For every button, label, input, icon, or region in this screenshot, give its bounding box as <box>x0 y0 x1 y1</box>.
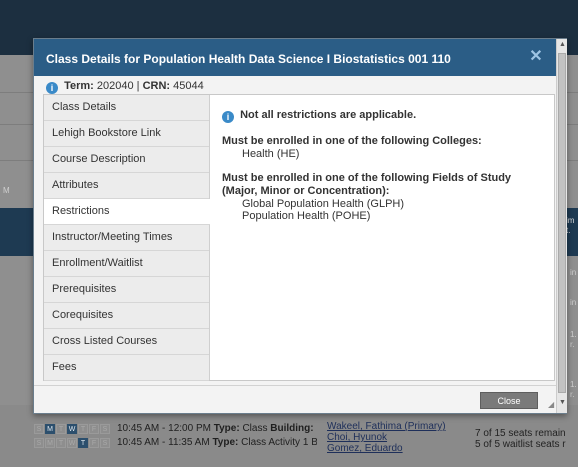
restriction-value: Population Health (POHE) <box>242 210 371 222</box>
cell-fragment: in <box>570 298 577 307</box>
nav-restrictions[interactable]: Restrictions <box>44 199 210 225</box>
day-monday: M <box>45 424 55 434</box>
day-monday: M <box>45 438 55 448</box>
table-header-fragment: im t. <box>566 216 575 235</box>
close-button[interactable]: Close <box>480 392 538 409</box>
nav-instructor-meeting-times[interactable]: Instructor/Meeting Times <box>44 225 209 251</box>
resize-grip-icon[interactable]: ◢ <box>548 401 556 409</box>
nav-enrollment-waitlist[interactable]: Enrollment/Waitlist <box>44 251 209 277</box>
dialog-footer-divider <box>34 385 556 386</box>
dialog-scrollbar[interactable]: ▲ ▼ <box>556 39 567 413</box>
cell-fragment: r. <box>570 340 575 349</box>
restrictions-panel: i Not all restrictions are applicable. M… <box>222 107 548 234</box>
meeting-time-row: 10:45 AM - 11:35 AM Type: Class Activity… <box>117 437 317 448</box>
nav-fees[interactable]: Fees <box>44 355 209 381</box>
scroll-down-icon[interactable]: ▼ <box>559 399 566 406</box>
info-icon: i <box>222 111 234 123</box>
instructor-link[interactable]: Choi, Hyunok <box>327 432 446 443</box>
dialog-title: Class Details for Population Health Data… <box>46 52 451 66</box>
cell-fragment: r. <box>570 390 575 399</box>
day-thursday: T <box>78 438 88 448</box>
day-tuesday: T <box>56 438 66 448</box>
nav-corequisites[interactable]: Corequisites <box>44 303 209 329</box>
nav-bookstore-link[interactable]: Lehigh Bookstore Link <box>44 121 209 147</box>
scroll-up-icon[interactable]: ▲ <box>559 41 566 48</box>
details-nav: Class Details Lehigh Bookstore Link Cour… <box>44 95 210 381</box>
instructor-list: Wakeel, Fathima (Primary) Choi, Hyunok G… <box>327 421 446 454</box>
class-details-dialog: Class Details for Population Health Data… <box>33 38 567 414</box>
instructor-link[interactable]: Gomez, Eduardo <box>327 443 446 454</box>
seat-status: 7 of 15 seats remain 5 of 5 waitlist sea… <box>475 428 566 450</box>
field-of-study-restriction: Must be enrolled in one of the following… <box>222 172 548 222</box>
cell-fragment: in <box>570 268 577 277</box>
dialog-content: Class Details Lehigh Bookstore Link Cour… <box>43 94 555 381</box>
section-heading: Must be enrolled in one of the following… <box>222 135 482 147</box>
day-saturday: S <box>100 438 110 448</box>
day-friday: F <box>89 438 99 448</box>
meeting-time-row: 10:45 AM - 12:00 PM Type: Class Building… <box>117 423 317 434</box>
nav-class-details[interactable]: Class Details <box>44 95 209 121</box>
restriction-value: Health (HE) <box>242 148 300 160</box>
meeting-days: S M T W T F S <box>34 438 110 448</box>
college-restriction: Must be enrolled in one of the following… <box>222 135 548 160</box>
day-sunday: S <box>34 438 44 448</box>
day-friday: F <box>89 424 99 434</box>
nav-prerequisites[interactable]: Prerequisites <box>44 277 209 303</box>
day-wednesday: W <box>67 424 77 434</box>
cell-fragment: 1. <box>570 380 577 389</box>
nav-course-description[interactable]: Course Description <box>44 147 209 173</box>
day-saturday: S <box>100 424 110 434</box>
instructor-link[interactable]: Wakeel, Fathima (Primary) <box>327 421 446 432</box>
cell-fragment: 1. <box>570 330 577 339</box>
restriction-value: Global Population Health (GLPH) <box>242 198 405 210</box>
day-sunday: S <box>34 424 44 434</box>
nav-attributes[interactable]: Attributes <box>44 173 209 199</box>
scrollbar-thumb[interactable] <box>558 53 566 393</box>
info-icon: i <box>46 82 58 94</box>
day-thursday: T <box>78 424 88 434</box>
term-crn-line: i Term: 202040 | CRN: 45044 <box>46 80 204 94</box>
close-x-icon[interactable]: ✕ <box>528 49 544 65</box>
side-label: M <box>3 186 10 195</box>
day-tuesday: T <box>56 424 66 434</box>
day-wednesday: W <box>67 438 77 448</box>
meeting-days: S M T W T F S <box>34 424 110 434</box>
nav-cross-listed-courses[interactable]: Cross Listed Courses <box>44 329 209 355</box>
dialog-titlebar[interactable]: Class Details for Population Health Data… <box>34 39 556 76</box>
section-heading: Must be enrolled in one of the following… <box>222 172 512 197</box>
restrictions-note: i Not all restrictions are applicable. <box>222 107 548 123</box>
